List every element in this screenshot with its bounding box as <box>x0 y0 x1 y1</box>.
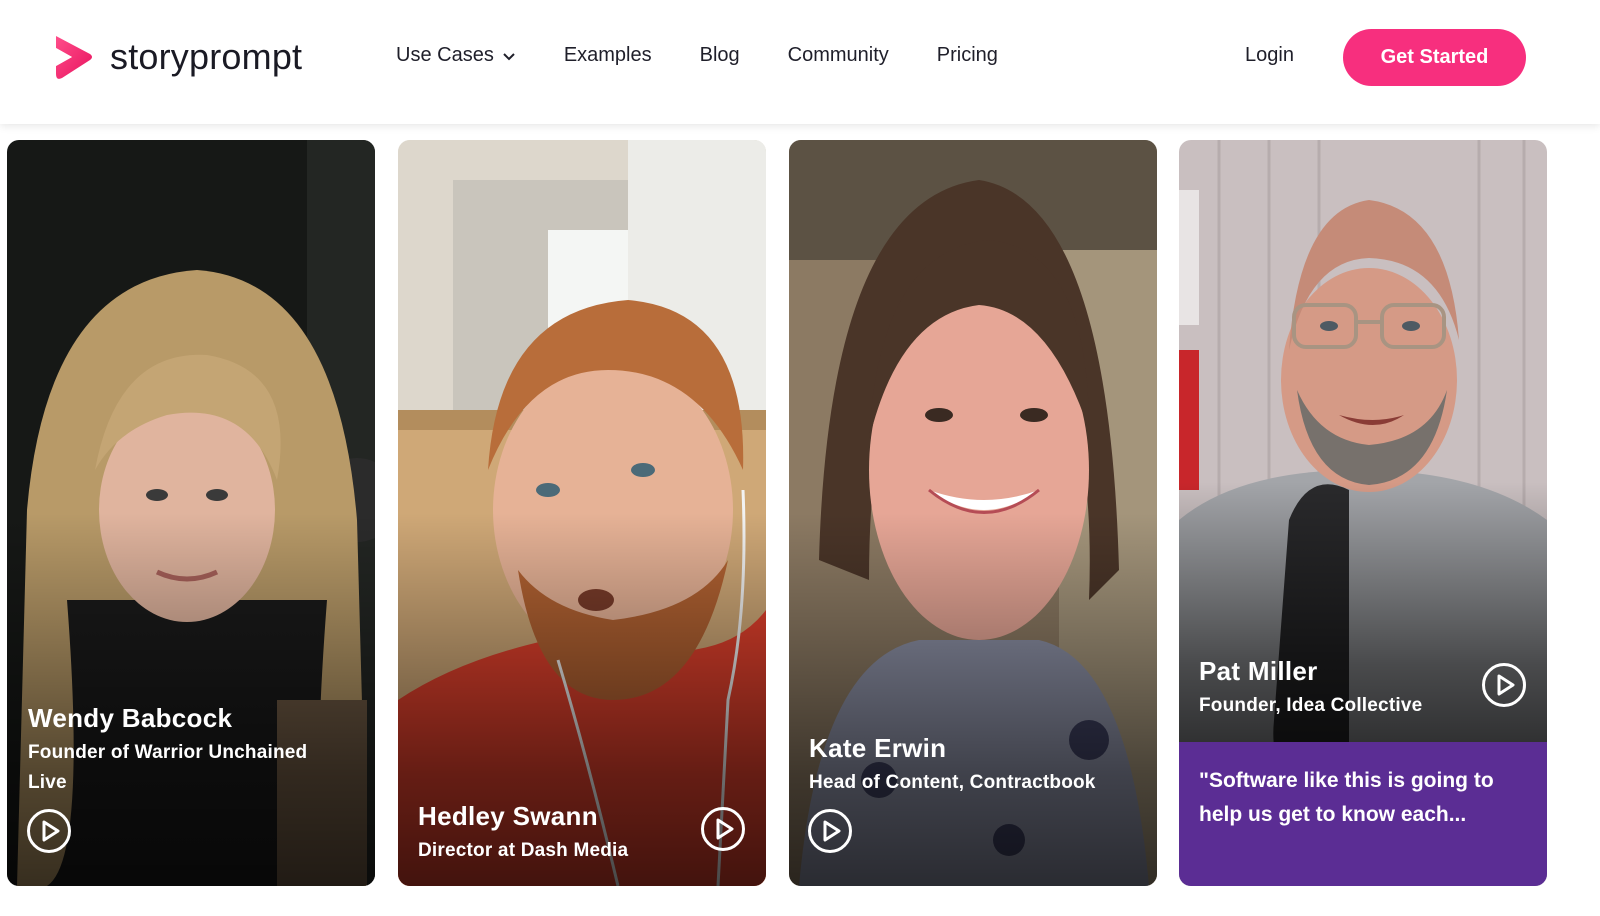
brand-name: storyprompt <box>110 36 303 77</box>
nav-blog[interactable]: Blog <box>700 44 740 67</box>
card-name: Kate Erwin <box>809 733 947 763</box>
nav-examples[interactable]: Examples <box>564 44 652 67</box>
nav-examples-label: Examples <box>563 44 652 66</box>
card-name: Wendy Babcock <box>28 703 233 733</box>
nav-pricing[interactable]: Pricing <box>937 44 998 67</box>
main-nav: Use Cases Examples Blog Community Pricin… <box>396 44 1046 67</box>
card-role-continued: Live <box>28 772 67 793</box>
card-role: Founder, Idea Collective <box>1199 695 1423 716</box>
nav-pricing-label: Pricing <box>936 44 998 66</box>
play-icon[interactable] <box>700 806 746 852</box>
testimonial-card-3[interactable]: Kate Erwin Head of Content, Contractbook <box>789 140 1157 886</box>
card-role: Founder of Warrior Unchained <box>28 742 308 763</box>
quote-text: "Software like this is going to help us … <box>1199 769 1494 826</box>
nav-use-cases-label: Use Cases <box>396 44 494 66</box>
login-link[interactable]: Login <box>1245 44 1294 67</box>
card-name: Pat Miller <box>1199 656 1318 686</box>
play-icon[interactable] <box>26 808 72 854</box>
nav-community[interactable]: Community <box>788 44 889 67</box>
testimonial-card-1[interactable]: Wendy Babcock Founder of Warrior Unchain… <box>7 140 375 886</box>
play-icon[interactable] <box>807 808 853 854</box>
testimonial-quote: "Software like this is going to help us … <box>1179 742 1547 886</box>
site-header: storyprompt Use Cases Examples Blog Comm… <box>0 0 1600 124</box>
nav-blog-label: Blog <box>699 44 740 66</box>
testimonial-card-2[interactable]: Hedley Swann Director at Dash Media <box>398 140 766 886</box>
card-role: Director at Dash Media <box>418 840 629 861</box>
nav-community-label: Community <box>787 44 889 66</box>
card-name: Hedley Swann <box>418 801 598 831</box>
play-icon[interactable] <box>1481 662 1527 708</box>
nav-use-cases[interactable]: Use Cases <box>396 44 516 67</box>
storyprompt-logo-icon <box>56 36 92 79</box>
chevron-down-icon <box>503 52 515 60</box>
logo[interactable]: storyprompt <box>50 32 302 82</box>
card-role: Head of Content, Contractbook <box>809 772 1096 793</box>
get-started-button[interactable]: Get Started <box>1343 29 1526 86</box>
testimonial-card-4[interactable]: Pat Miller Founder, Idea Collective "Sof… <box>1179 140 1547 886</box>
